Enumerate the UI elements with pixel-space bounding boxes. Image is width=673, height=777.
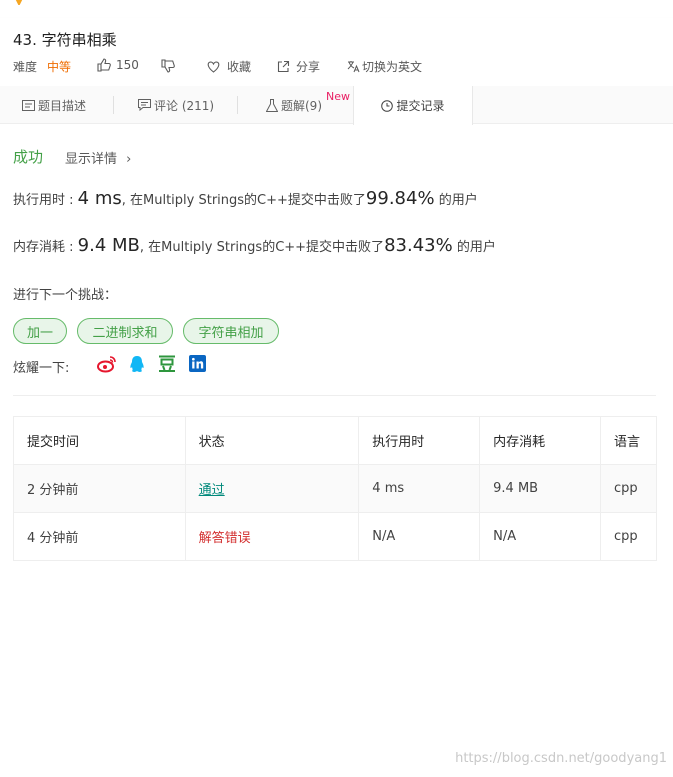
cell-runtime: N/A bbox=[358, 512, 481, 561]
new-badge: New bbox=[326, 90, 350, 103]
favorite-label: 收藏 bbox=[227, 60, 252, 74]
flask-icon bbox=[266, 98, 278, 112]
like-button[interactable]: 150 bbox=[97, 58, 139, 72]
runtime-stat: 执行用时 : 4 ms, 在Multiply Strings的C++提交中击败了… bbox=[13, 188, 478, 209]
memory-suffix: 的用户 bbox=[452, 240, 496, 255]
tab-solutions-label: 题解(9) bbox=[281, 98, 322, 113]
result-status: 成功 bbox=[13, 148, 44, 166]
document-icon bbox=[22, 99, 35, 111]
comment-icon bbox=[138, 99, 151, 111]
cell-status: 通过 bbox=[184, 464, 360, 513]
submissions-table: 提交时间 状态 执行用时 内存消耗 语言 2 分钟前 通过 4 ms 9.4 M… bbox=[13, 416, 658, 561]
challenge-chip-add-strings[interactable]: 字符串相加 bbox=[183, 318, 279, 344]
share-label-text: 炫耀一下: bbox=[13, 361, 70, 376]
table-row: 2 分钟前 通过 4 ms 9.4 MB cpp bbox=[13, 464, 658, 513]
leetcode-logo-icon[interactable] bbox=[12, 0, 26, 5]
translate-icon bbox=[347, 61, 360, 73]
memory-stat: 内存消耗 : 9.4 MB, 在Multiply Strings的C++提交中击… bbox=[13, 235, 496, 256]
tab-divider bbox=[237, 96, 238, 114]
challenge-chip-add-binary[interactable]: 二进制求和 bbox=[77, 318, 173, 344]
runtime-value: 4 ms bbox=[77, 188, 122, 209]
difficulty-label: 难度 bbox=[13, 60, 38, 74]
runtime-description: , 在Multiply Strings的C++提交中击败了 bbox=[121, 193, 366, 208]
clock-icon bbox=[381, 99, 394, 112]
page-title: 43. 字符串相乘 bbox=[13, 31, 117, 49]
memory-value: 9.4 MB bbox=[77, 235, 140, 256]
cell-status: 解答错误 bbox=[184, 512, 360, 561]
dislike-button[interactable] bbox=[161, 59, 175, 76]
heart-icon bbox=[207, 60, 220, 73]
problem-tabs: 题目描述 评论 (211) 题解(9) New 提交记录 bbox=[0, 86, 673, 125]
column-header-status: 状态 bbox=[184, 416, 360, 465]
tab-solutions[interactable]: 题解(9) New bbox=[266, 86, 350, 124]
next-challenge-label: 进行下一个挑战： bbox=[13, 288, 118, 303]
memory-percent: 83.43% bbox=[384, 235, 453, 256]
runtime-suffix: 的用户 bbox=[434, 193, 478, 208]
cell-language: cpp bbox=[599, 464, 658, 513]
section-divider bbox=[13, 395, 656, 396]
like-count: 150 bbox=[116, 58, 139, 72]
memory-description: , 在Multiply Strings的C++提交中击败了 bbox=[139, 240, 385, 255]
cell-language: cpp bbox=[599, 512, 658, 561]
status-link-wrong-answer[interactable]: 解答错误 bbox=[199, 531, 251, 546]
switch-language-label: 切换为英文 bbox=[362, 60, 423, 74]
switch-language-button[interactable]: 切换为英文 bbox=[347, 58, 422, 75]
runtime-label: 执行用时 : bbox=[13, 193, 78, 208]
chevron-right-icon: › bbox=[126, 152, 132, 167]
table-row: 4 分钟前 解答错误 N/A N/A cpp bbox=[13, 512, 658, 561]
tab-comments[interactable]: 评论 (211) bbox=[138, 86, 214, 124]
problem-header: 43. 字符串相乘 难度 中等 150 收藏 分享 切换为英文 bbox=[0, 18, 673, 86]
watermark-text: https://blog.csdn.net/goodyang1 bbox=[455, 751, 667, 766]
cell-memory: N/A bbox=[479, 512, 601, 561]
thumbs-down-icon bbox=[161, 59, 175, 73]
qq-icon[interactable] bbox=[128, 355, 146, 374]
column-header-language: 语言 bbox=[599, 416, 658, 465]
weibo-icon[interactable] bbox=[97, 355, 117, 373]
difficulty-badge: 中等 bbox=[47, 60, 72, 74]
memory-label: 内存消耗 : bbox=[13, 240, 78, 255]
cell-runtime: 4 ms bbox=[358, 464, 481, 513]
top-navigation-bar bbox=[0, 0, 673, 18]
linkedin-icon[interactable] bbox=[189, 355, 206, 372]
cell-memory: 9.4 MB bbox=[479, 464, 601, 513]
show-details-link[interactable]: 显示详情 › bbox=[65, 148, 131, 167]
tab-description[interactable]: 题目描述 bbox=[22, 86, 86, 124]
cell-submit-time: 4 分钟前 bbox=[13, 512, 186, 561]
favorite-button[interactable]: 收藏 bbox=[207, 58, 251, 75]
table-header-row: 提交时间 状态 执行用时 内存消耗 语言 bbox=[13, 416, 658, 465]
tab-description-label: 题目描述 bbox=[38, 98, 87, 113]
douban-icon[interactable] bbox=[158, 355, 176, 373]
column-header-submit-time: 提交时间 bbox=[13, 416, 186, 465]
thumbs-up-icon bbox=[97, 58, 111, 72]
cell-submit-time: 2 分钟前 bbox=[13, 464, 186, 513]
column-header-memory: 内存消耗 bbox=[479, 416, 601, 465]
column-header-runtime: 执行用时 bbox=[358, 416, 481, 465]
tab-submissions[interactable]: 提交记录 bbox=[353, 86, 473, 125]
challenge-chip-plus-one[interactable]: 加一 bbox=[13, 318, 67, 344]
runtime-percent: 99.84% bbox=[365, 188, 435, 209]
tab-divider bbox=[113, 96, 114, 114]
share-icon bbox=[277, 60, 290, 73]
share-button[interactable]: 分享 bbox=[277, 58, 320, 75]
tab-comments-label: 评论 (211) bbox=[154, 98, 215, 113]
show-details-label: 显示详情 bbox=[65, 152, 118, 167]
status-link-accepted[interactable]: 通过 bbox=[199, 483, 225, 498]
tab-submissions-label: 提交记录 bbox=[396, 99, 445, 113]
share-label: 分享 bbox=[296, 60, 321, 74]
